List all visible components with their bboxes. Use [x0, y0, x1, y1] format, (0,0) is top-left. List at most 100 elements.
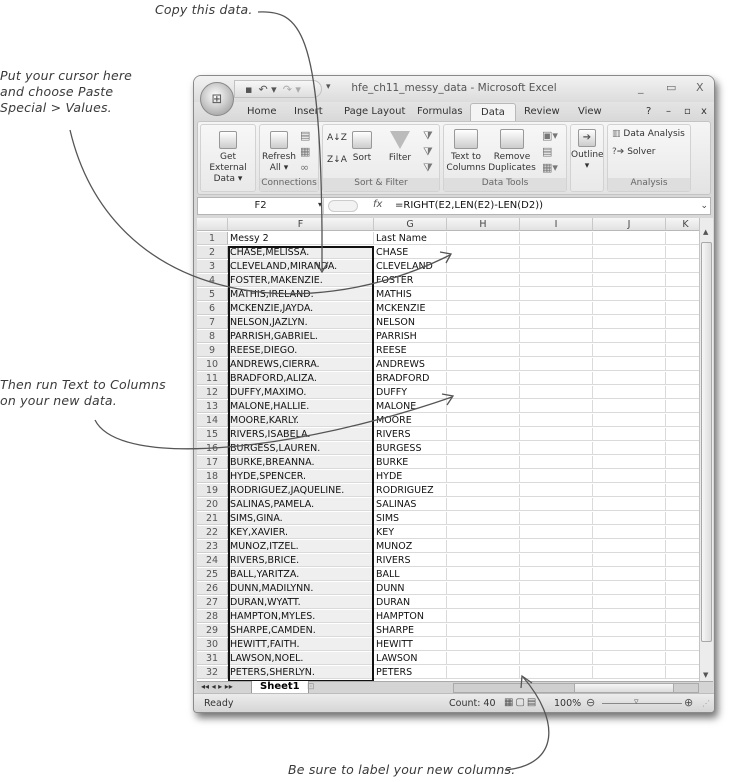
cell-k22[interactable] — [666, 526, 699, 539]
expand-formula-bar-icon[interactable]: ⌄ — [700, 198, 708, 214]
horizontal-scrollbar[interactable] — [453, 683, 699, 693]
cell-k21[interactable] — [666, 512, 699, 525]
cell-k8[interactable] — [666, 330, 699, 343]
cell-k32[interactable] — [666, 666, 699, 679]
cell-j19[interactable] — [593, 484, 666, 497]
cell-g12[interactable]: DUFFY — [374, 386, 447, 399]
cell-j28[interactable] — [593, 610, 666, 623]
cell-h25[interactable] — [447, 568, 520, 581]
cell-j5[interactable] — [593, 288, 666, 301]
cell-j7[interactable] — [593, 316, 666, 329]
cell-f26[interactable]: DUNN,MADILYNN. — [228, 582, 374, 595]
cell-i27[interactable] — [520, 596, 593, 609]
column-header-j[interactable]: J — [593, 218, 666, 231]
cell-h11[interactable] — [447, 372, 520, 385]
cell-f27[interactable]: DURAN,WYATT. — [228, 596, 374, 609]
cell-g5[interactable]: MATHIS — [374, 288, 447, 301]
cell-k30[interactable] — [666, 638, 699, 651]
cell-h21[interactable] — [447, 512, 520, 525]
column-header-f[interactable]: F — [228, 218, 374, 231]
cell-g27[interactable]: DURAN — [374, 596, 447, 609]
cell-k14[interactable] — [666, 414, 699, 427]
cell-i20[interactable] — [520, 498, 593, 511]
cell-k31[interactable] — [666, 652, 699, 665]
cell-k24[interactable] — [666, 554, 699, 567]
cell-j14[interactable] — [593, 414, 666, 427]
row-header[interactable]: 3 — [197, 260, 228, 273]
cell-h27[interactable] — [447, 596, 520, 609]
row-header[interactable]: 21 — [197, 512, 228, 525]
cell-h22[interactable] — [447, 526, 520, 539]
view-buttons[interactable]: ▦▢▤ — [504, 697, 538, 708]
cell-j13[interactable] — [593, 400, 666, 413]
cell-k13[interactable] — [666, 400, 699, 413]
cell-k19[interactable] — [666, 484, 699, 497]
column-header-h[interactable]: H — [447, 218, 520, 231]
cell-h24[interactable] — [447, 554, 520, 567]
cell-f30[interactable]: HEWITT,FAITH. — [228, 638, 374, 651]
cell-j24[interactable] — [593, 554, 666, 567]
row-header[interactable]: 29 — [197, 624, 228, 637]
cell-f28[interactable]: HAMPTON,MYLES. — [228, 610, 374, 623]
properties-icon[interactable]: ▦ — [300, 145, 310, 158]
row-header[interactable]: 27 — [197, 596, 228, 609]
row-header[interactable]: 9 — [197, 344, 228, 357]
cell-h4[interactable] — [447, 274, 520, 287]
help-icon[interactable]: ? — [646, 106, 651, 117]
insert-sheet-icon[interactable]: ⊡ — [307, 682, 315, 692]
cell-k10[interactable] — [666, 358, 699, 371]
row-header[interactable]: 7 — [197, 316, 228, 329]
row-header[interactable]: 30 — [197, 638, 228, 651]
sort-z-to-a-button[interactable]: Z↓A — [327, 155, 347, 165]
cell-j6[interactable] — [593, 302, 666, 315]
worksheet-grid[interactable]: F G H I J K 1 Messy 2 Last Name 2 CHASE,MELISSA. CH… — [197, 218, 699, 681]
cell-k20[interactable] — [666, 498, 699, 511]
cell-j3[interactable] — [593, 260, 666, 273]
cell-f3[interactable]: CLEVELAND,MIRANDA. — [228, 260, 374, 273]
cell-g8[interactable]: PARRISH — [374, 330, 447, 343]
tab-home[interactable]: Home — [247, 106, 277, 117]
cell-g7[interactable]: NELSON — [374, 316, 447, 329]
row-header[interactable]: 6 — [197, 302, 228, 315]
cell-f8[interactable]: PARRISH,GABRIEL. — [228, 330, 374, 343]
maximize-button[interactable]: ▭ — [666, 81, 676, 94]
zoom-in-button[interactable]: ⊕ — [684, 696, 693, 709]
cell-j2[interactable] — [593, 246, 666, 259]
clear-filter-icon[interactable]: ⧩ — [423, 129, 433, 143]
cell-j25[interactable] — [593, 568, 666, 581]
cell-j9[interactable] — [593, 344, 666, 357]
cell-k3[interactable] — [666, 260, 699, 273]
cell-f11[interactable]: BRADFORD,ALIZA. — [228, 372, 374, 385]
cell-h29[interactable] — [447, 624, 520, 637]
cell-j27[interactable] — [593, 596, 666, 609]
insert-function-button[interactable]: fx — [373, 199, 382, 210]
cell-i32[interactable] — [520, 666, 593, 679]
cell-i19[interactable] — [520, 484, 593, 497]
cell-j21[interactable] — [593, 512, 666, 525]
cell-i16[interactable] — [520, 442, 593, 455]
row-header[interactable]: 25 — [197, 568, 228, 581]
cell-g19[interactable]: RODRIGUEZ — [374, 484, 447, 497]
cell-f12[interactable]: DUFFY,MAXIMO. — [228, 386, 374, 399]
cell-f21[interactable]: SIMS,GINA. — [228, 512, 374, 525]
cell-k23[interactable] — [666, 540, 699, 553]
get-external-data-button[interactable]: Get External Data ▾ — [201, 131, 255, 185]
tab-page-layout[interactable]: Page Layout — [344, 106, 405, 117]
cell-f22[interactable]: KEY,XAVIER. — [228, 526, 374, 539]
cell-g26[interactable]: DUNN — [374, 582, 447, 595]
vertical-scrollbar[interactable]: ▲ ▼ — [699, 218, 713, 681]
row-header[interactable]: 22 — [197, 526, 228, 539]
cell-h10[interactable] — [447, 358, 520, 371]
row-header[interactable]: 12 — [197, 386, 228, 399]
cell-h5[interactable] — [447, 288, 520, 301]
cell-k25[interactable] — [666, 568, 699, 581]
row-header[interactable]: 24 — [197, 554, 228, 567]
cell-k17[interactable] — [666, 456, 699, 469]
what-if-analysis-icon[interactable]: ▦▾ — [542, 161, 558, 174]
cell-h31[interactable] — [447, 652, 520, 665]
scroll-down-icon[interactable]: ▼ — [703, 671, 708, 679]
cell-k16[interactable] — [666, 442, 699, 455]
cell-k12[interactable] — [666, 386, 699, 399]
cell-g11[interactable]: BRADFORD — [374, 372, 447, 385]
cell-f16[interactable]: BURGESS,LAUREN. — [228, 442, 374, 455]
